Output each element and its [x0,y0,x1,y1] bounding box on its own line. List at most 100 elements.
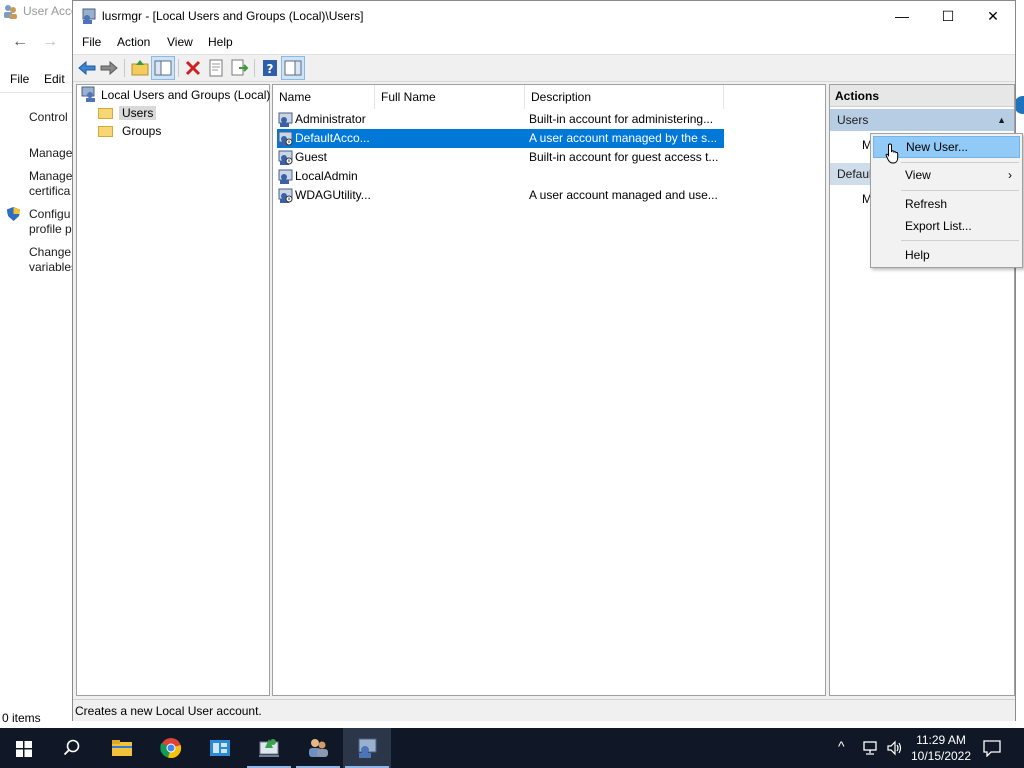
toolbar: ? [73,55,1015,82]
clock[interactable]: 11:29 AM 10/15/2022 [906,732,976,764]
column-header-description[interactable]: Description [525,85,724,109]
context-menu-separator [901,190,1019,191]
hand-cursor-icon [885,143,899,164]
network-icon[interactable] [862,740,880,756]
cell-description: Built-in account for administering... [529,112,714,126]
table-row[interactable]: WDAGUtility... A user account managed and… [277,186,724,205]
cell-name: Guest [295,150,328,164]
properties-icon[interactable] [205,57,227,79]
link-change-variables[interactable]: Change variables [29,245,72,275]
user-icon [278,131,293,146]
title-bar[interactable]: lusrmgr - [Local Users and Groups (Local… [73,1,1015,32]
link-manage[interactable]: Manage [29,146,72,161]
notifications-icon[interactable] [983,740,1001,757]
close-button[interactable]: ✕ [970,1,1016,32]
window-title: lusrmgr - [Local Users and Groups (Local… [102,9,364,23]
volume-icon[interactable] [886,740,904,756]
menu-file[interactable]: File [78,35,105,49]
back-arrow-icon[interactable]: ← [12,33,28,51]
taskbar: ^ 11:29 AM 10/15/2022 [0,728,1024,768]
collapse-up-icon[interactable]: ▲ [997,109,1006,131]
link-manage-certificates[interactable]: Manage certifica [29,169,72,199]
search-icon [63,739,80,756]
table-row[interactable]: DefaultAcco... A user account managed by … [277,129,724,148]
context-menu-new-user-label: New User... [906,140,969,154]
column-header-full-name[interactable]: Full Name [375,85,525,109]
cell-name: WDAGUtility... [295,188,371,202]
start-button[interactable] [0,728,48,768]
minimize-button[interactable]: — [879,1,925,32]
table-row[interactable]: Administrator Built-in account for admini… [277,110,724,129]
tree-root-local-users-and-groups[interactable]: Local Users and Groups (Local) [81,86,270,104]
taskbar-file-explorer[interactable] [98,728,146,768]
search-button[interactable] [48,728,96,768]
submenu-arrow-icon: › [1008,168,1012,182]
context-menu-help[interactable]: Help [873,244,1020,266]
forward-icon[interactable] [98,57,120,79]
actions-section-defaultaccount-label: Defaul [837,167,872,181]
cell-description: Built-in account for guest access t... [529,150,719,164]
cell-name: LocalAdmin [295,169,358,183]
show-hide-console-tree-icon[interactable] [151,56,175,80]
menubar: File Action View Help [73,32,1015,55]
menu-edit[interactable]: Edit [44,72,65,86]
export-list-icon[interactable] [228,57,250,79]
taskbar-lusrmgr[interactable] [343,728,391,768]
actions-section-users-label: Users [837,113,869,127]
column-header-name[interactable]: Name [273,85,375,109]
file-explorer-icon [112,740,132,756]
uac-shield-icon [7,207,20,221]
link-configure-profile[interactable]: Configu profile p [29,207,72,237]
show-hide-action-pane-icon[interactable] [281,56,305,80]
delete-icon[interactable] [182,57,204,79]
background-menubar: File Edit [0,68,72,93]
toolbar-separator [254,59,255,77]
computer-users-icon [81,86,95,102]
menu-help[interactable]: Help [204,35,237,49]
background-window-title: User Acco [23,4,78,18]
cell-description: A user account managed and use... [529,188,718,202]
taskbar-chrome[interactable] [148,728,196,768]
server-manager-icon [210,740,230,756]
forward-arrow-icon[interactable]: → [42,33,58,51]
link-control-panel[interactable]: Control [29,110,72,125]
background-status-text: 0 items [2,711,41,725]
mmc-app-icon [82,8,96,24]
tray-show-hidden-icons[interactable]: ^ [838,738,845,754]
user-icon [278,188,293,203]
taskbar-user-accounts[interactable] [294,728,342,768]
chrome-icon [160,738,182,758]
help-icon[interactable]: ? [259,57,281,79]
maximize-button[interactable]: ☐ [925,1,971,32]
computer-management-icon [259,739,279,757]
context-menu-help-label: Help [905,248,930,262]
tree-item-groups[interactable]: Groups [98,122,164,140]
lusrmgr-window: lusrmgr - [Local Users and Groups (Local… [72,0,1016,721]
up-folder-icon[interactable] [129,57,151,79]
lusrmgr-icon [358,738,377,758]
tree-item-groups-label: Groups [122,124,162,138]
back-icon[interactable] [76,57,98,79]
context-menu-refresh[interactable]: Refresh [873,193,1020,215]
user-accounts-icon [4,5,17,19]
actions-section-users[interactable]: Users ▲ [830,109,1014,131]
context-menu-view[interactable]: View › [873,164,1020,186]
taskbar-computer-management[interactable] [245,728,293,768]
taskbar-server-manager[interactable] [196,728,244,768]
toolbar-separator [178,59,179,77]
console-tree-pane: Local Users and Groups (Local) Users Gro… [76,84,270,696]
table-row[interactable]: Guest Built-in account for guest access t… [277,148,724,167]
clock-date: 10/15/2022 [910,749,972,763]
table-row[interactable]: LocalAdmin [277,167,724,186]
users-list-pane: Name Full Name Description Administrator… [272,84,826,696]
menu-file[interactable]: File [10,72,29,86]
tree-item-users-label: Users [119,106,157,120]
cell-description: A user account managed by the s... [529,131,718,145]
user-icon [278,150,293,165]
menu-action[interactable]: Action [113,35,154,49]
context-menu-separator [901,162,1019,163]
menu-view[interactable]: View [163,35,197,49]
context-menu-export-list[interactable]: Export List... [873,215,1020,237]
tree-item-users[interactable]: Users [98,104,157,122]
context-menu-refresh-label: Refresh [905,197,948,211]
